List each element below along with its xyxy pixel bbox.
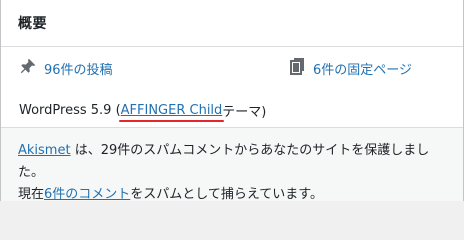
posts-count-link[interactable]: 96件の投稿 [44,59,113,78]
glance-posts[interactable]: 96件の投稿 [19,57,289,79]
akismet-line-1: Akismet は、29件のスパムコメントからあなたのサイトを保護しました。 [18,140,447,184]
akismet-activity-box: Akismet は、29件のスパムコメントからあなたのサイトを保護しました。 現… [1,127,463,202]
theme-link-label: AFFINGER Child [120,102,223,118]
pages-count-link[interactable]: 6件の固定ページ [313,59,412,78]
akismet-line-2: 現在6件のコメントをスパムとして捕らえています。 [18,184,447,206]
pages-icon [289,57,313,79]
akismet-text-2-prefix: 現在 [18,187,45,202]
glance-pages[interactable]: 6件の固定ページ [289,57,412,79]
glance-items: 96件の投稿 6件の固定ページ [19,47,445,87]
widget-content: 96件の投稿 6件の固定ページ WordPress 5.9 (AFFINGER … [1,47,463,122]
red-annotation-underline [118,119,225,122]
theme-link[interactable]: AFFINGER Child [118,102,225,122]
widget-header: 概要 [1,0,463,47]
akismet-text-2-suffix: をスパムとして捕らえています。 [130,187,323,202]
akismet-text-1: は、29件のスパムコメントからあなたのサイトを保護しました。 [18,143,430,180]
spam-comments-link[interactable]: 6件のコメント [44,187,130,202]
version-suffix: テーマ) [222,104,267,120]
widget-title: 概要 [18,16,47,32]
akismet-link[interactable]: Akismet [18,143,71,158]
version-prefix: WordPress 5.9 ( [19,102,121,118]
wordpress-version-line: WordPress 5.9 (AFFINGER Child テーマ) [19,99,445,122]
at-a-glance-widget: 概要 96件の投稿 6件の固定ページ WordPress 5.9 (AFFIN… [0,0,464,202]
pushpin-icon [19,57,44,79]
